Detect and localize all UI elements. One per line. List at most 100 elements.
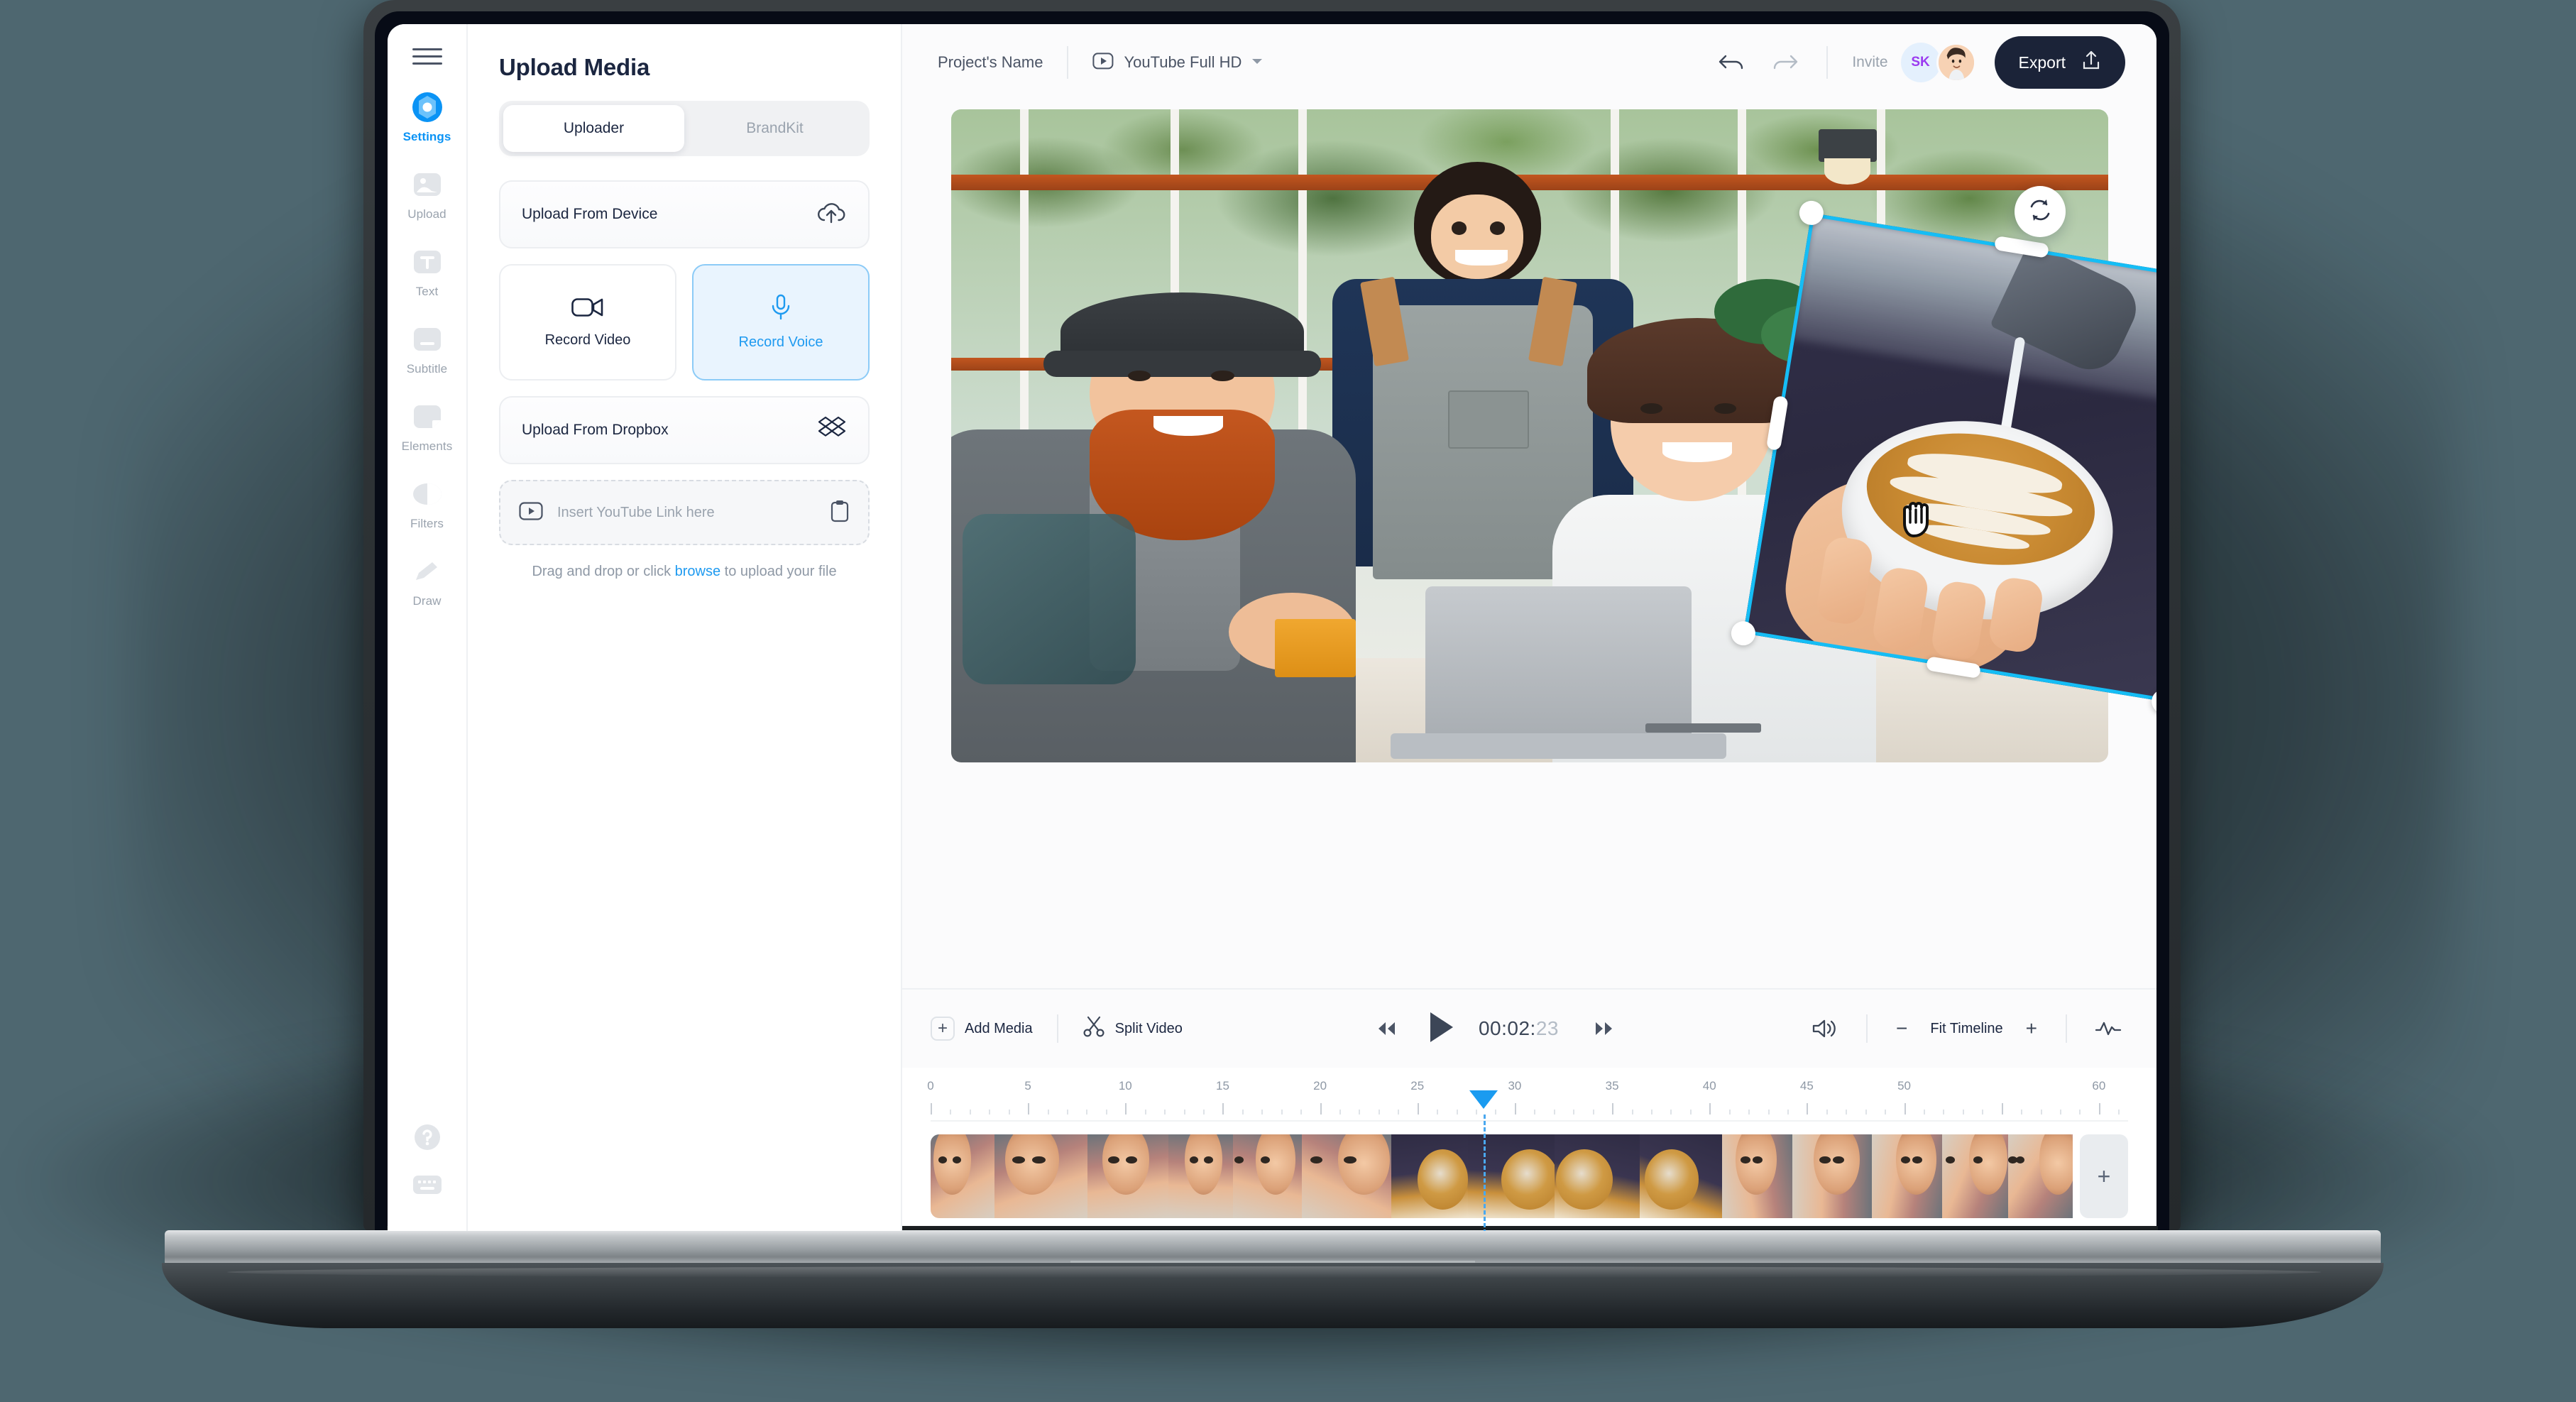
upload-from-device-button[interactable]: Upload From Device (499, 180, 870, 248)
timeline-tick-label: 0 (927, 1079, 934, 1092)
sidebar-item-draw[interactable]: Draw (388, 555, 466, 608)
youtube-link-input[interactable] (557, 504, 816, 521)
timeline-tick-label: 40 (1702, 1079, 1716, 1092)
timeline-clip-thumbnail[interactable] (994, 1134, 1087, 1218)
record-voice-button[interactable]: Record Voice (692, 264, 870, 380)
project-name[interactable]: Project's Name (938, 53, 1043, 72)
tab-uploader[interactable]: Uploader (503, 105, 684, 152)
tab-brandkit[interactable]: BrandKit (684, 105, 865, 152)
hamburger-icon[interactable] (412, 45, 442, 67)
timeline-tick-label: 35 (1605, 1079, 1619, 1092)
timeline-tick-minor (1086, 1110, 1088, 1115)
add-media-label: Add Media (965, 1020, 1033, 1036)
timeline-tick-minor (1456, 1110, 1458, 1115)
zoom-out-button[interactable]: − (1892, 1017, 1912, 1040)
keyboard-shortcuts-icon[interactable] (412, 1173, 442, 1200)
timeline-clip-thumbnail[interactable] (1468, 1134, 1555, 1218)
zoom-level-label[interactable]: Fit Timeline (1930, 1021, 2002, 1037)
timeline-clip-thumbnail[interactable] (1941, 1134, 2008, 1218)
pencil-draw-icon (411, 555, 444, 588)
sidebar-item-settings[interactable]: Settings (388, 91, 466, 144)
timeline[interactable]: 0 5 10 15 20 25 30 35 40 45 50 60 + (902, 1068, 2156, 1231)
skip-back-icon[interactable] (1369, 1012, 1403, 1046)
timeline-tick-minor (1826, 1110, 1828, 1115)
play-button[interactable] (1419, 1007, 1463, 1051)
add-media-button[interactable]: + Add Media (931, 1017, 1033, 1041)
clipboard-paste-icon[interactable] (830, 500, 850, 526)
timeline-tick-major (1612, 1103, 1614, 1115)
split-video-label: Split Video (1114, 1020, 1183, 1036)
rotate-button[interactable] (2014, 186, 2066, 237)
preview-canvas-area (902, 101, 2156, 988)
aspect-preset-dropdown[interactable]: YouTube Full HD (1092, 52, 1263, 73)
timeline-ruler[interactable]: 0 5 10 15 20 25 30 35 40 45 50 60 (927, 1068, 2128, 1122)
upload-from-dropbox-button[interactable]: Upload From Dropbox (499, 396, 870, 464)
timeline-clip-thumbnail[interactable] (1168, 1134, 1233, 1218)
record-voice-label: Record Voice (738, 334, 823, 350)
sidebar-item-elements[interactable]: Elements (388, 400, 466, 454)
split-video-button[interactable]: Split Video (1083, 1015, 1183, 1042)
upload-media-panel: Upload Media Uploader BrandKit Upload Fr… (468, 24, 902, 1231)
sidebar-item-subtitle[interactable]: Subtitle (388, 323, 466, 376)
plus-icon: + (931, 1017, 955, 1041)
sidebar-item-text[interactable]: Text (388, 246, 466, 299)
hint-text-after: to upload your file (720, 564, 837, 579)
redo-arrow-icon[interactable] (1768, 45, 1802, 80)
sidebar-item-upload[interactable]: Upload (388, 168, 466, 221)
timeline-clip-thumbnail[interactable] (1640, 1134, 1722, 1218)
filters-contrast-icon (411, 478, 444, 510)
timeline-tick-major (931, 1103, 932, 1115)
timeline-clip-thumbnail[interactable] (1302, 1134, 1392, 1218)
invite-button[interactable]: Invite (1852, 54, 1887, 71)
hint-text-before: Drag and drop or click (532, 564, 675, 579)
preview-canvas[interactable] (950, 109, 2156, 762)
add-clip-button[interactable]: + (2079, 1134, 2128, 1218)
youtube-link-field[interactable] (499, 480, 870, 545)
browse-link[interactable]: browse (675, 564, 720, 579)
timeline-tick-minor (2118, 1110, 2120, 1115)
timeline-tick-minor (1495, 1110, 1497, 1115)
record-options-row: Record Video Record Voice (499, 264, 870, 380)
help-question-icon[interactable] (413, 1123, 442, 1155)
timeline-tick-minor (2040, 1110, 2042, 1115)
selected-layer[interactable] (1728, 199, 2156, 716)
sidebar-item-label: Subtitle (406, 362, 448, 376)
record-video-button[interactable]: Record Video (499, 264, 676, 380)
playhead-handle[interactable] (1469, 1090, 1498, 1109)
avatar[interactable]: SK (1900, 43, 1941, 82)
timeline-tick-minor (1767, 1110, 1770, 1115)
youtube-play-icon (1092, 52, 1114, 73)
timeline-tick-minor (1242, 1110, 1244, 1115)
cloud-upload-icon (816, 200, 847, 229)
timeline-tick-minor (1670, 1110, 1672, 1115)
timeline-tick-label: 60 (2092, 1079, 2106, 1092)
rotate-refresh-icon (2027, 197, 2054, 227)
timeline-clip-thumbnail[interactable] (1792, 1134, 1873, 1218)
sidebar-item-filters[interactable]: Filters (388, 478, 466, 531)
export-button[interactable]: Export (1994, 36, 2125, 89)
audio-waveform-icon[interactable] (2091, 1012, 2125, 1046)
timeline-clip-thumbnail[interactable] (1391, 1134, 1469, 1218)
playhead-line (1484, 1115, 1486, 1231)
timeline-clip-thumbnail[interactable] (1555, 1134, 1640, 1218)
timeline-clip-thumbnail[interactable] (931, 1134, 994, 1218)
timeline-clip-thumbnail[interactable] (2007, 1134, 2073, 1218)
timeline-clip-thumbnail[interactable] (1232, 1134, 1303, 1218)
timeline-clip-thumbnail[interactable] (1087, 1134, 1168, 1218)
scene: Settings Upload Text Subtitle Elements F… (0, 0, 2576, 1402)
skip-forward-icon[interactable] (1587, 1012, 1621, 1046)
speaker-volume-icon[interactable] (1808, 1012, 1842, 1046)
undo-arrow-icon[interactable] (1714, 45, 1748, 80)
timeline-tick-minor (1728, 1110, 1731, 1115)
avatar[interactable] (1936, 43, 1976, 82)
timeline-tick-minor (1105, 1110, 1107, 1115)
timecode: 00:02:23 (1479, 1017, 1559, 1040)
timeline-clip-thumbnail[interactable] (1872, 1134, 1942, 1218)
timeline-tick-minor (1008, 1110, 1010, 1115)
timeline-clip-strip[interactable]: + (931, 1134, 2128, 1218)
laptop-deck (165, 1230, 2381, 1264)
aspect-preset-label: YouTube Full HD (1124, 53, 1242, 71)
timeline-clip-thumbnail[interactable] (1721, 1134, 1792, 1218)
zoom-in-button[interactable]: + (2022, 1017, 2041, 1040)
transport-bar: + Add Media Split Video 00:02:23 − Fit T… (902, 988, 2156, 1068)
